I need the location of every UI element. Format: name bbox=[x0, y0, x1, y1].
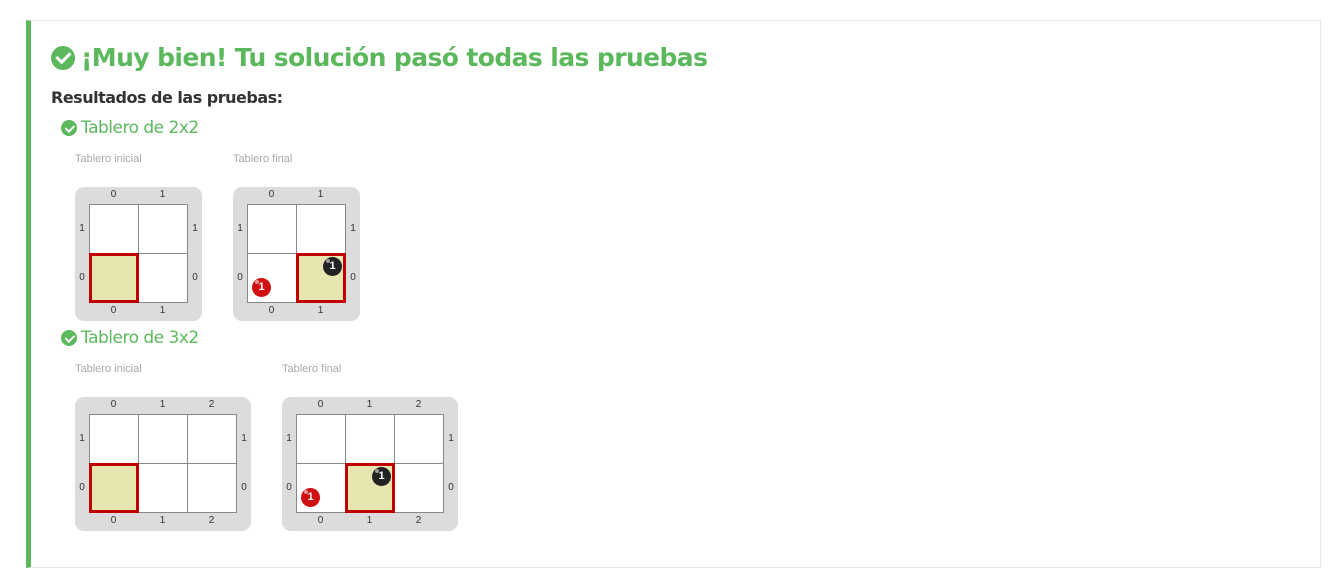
board-cell bbox=[139, 415, 188, 464]
column-label-bottom: 0 bbox=[110, 515, 117, 526]
board-cell bbox=[395, 464, 444, 513]
board-cell bbox=[188, 415, 237, 464]
test-title-text: Tablero de 2x2 bbox=[81, 118, 199, 138]
board-cell-head bbox=[89, 253, 139, 303]
column-label-bottom: 1 bbox=[159, 515, 166, 526]
column-label-bottom: 2 bbox=[208, 515, 215, 526]
row-label-right: 0 bbox=[448, 481, 454, 493]
test-title-3x2: Tablero de 3x2 bbox=[61, 328, 199, 348]
black-ball-icon: 1 bbox=[372, 467, 391, 486]
row-label-right: 0 bbox=[350, 271, 356, 283]
row-label-right: 0 bbox=[192, 271, 198, 283]
column-label-top: 0 bbox=[317, 399, 324, 410]
column-label-bottom: 1 bbox=[317, 305, 324, 316]
red-ball-icon: 1 bbox=[301, 488, 320, 507]
board-label-final: Tablero final bbox=[282, 363, 342, 375]
board-grid: 11 bbox=[296, 414, 444, 513]
board-cell: 1 bbox=[297, 464, 346, 513]
board-cell bbox=[297, 415, 346, 464]
check-circle-icon bbox=[61, 120, 77, 136]
board-cell bbox=[90, 415, 139, 464]
row-label-left: 0 bbox=[237, 271, 243, 283]
column-label-bottom: 0 bbox=[268, 305, 275, 316]
column-label-top: 1 bbox=[366, 399, 373, 410]
check-circle-icon bbox=[51, 45, 75, 70]
column-label-top: 0 bbox=[268, 189, 275, 200]
column-label-bottom: 0 bbox=[317, 515, 324, 526]
row-label-right: 1 bbox=[192, 222, 198, 234]
row-label-right: 1 bbox=[350, 222, 356, 234]
column-label-top: 0 bbox=[110, 189, 117, 200]
board-cell bbox=[395, 415, 444, 464]
board-label-initial: Tablero inicial bbox=[75, 153, 142, 165]
row-label-left: 0 bbox=[79, 481, 85, 493]
column-label-top: 1 bbox=[317, 189, 324, 200]
column-label-bottom: 1 bbox=[159, 305, 166, 316]
board-cell bbox=[139, 254, 188, 303]
row-label-right: 1 bbox=[448, 432, 454, 444]
board-final-2x2: 1100111100 bbox=[233, 187, 360, 321]
board-cell-head: 1 bbox=[345, 463, 395, 513]
board-cell bbox=[139, 205, 188, 254]
board-cell-head: 1 bbox=[296, 253, 346, 303]
row-label-left: 1 bbox=[79, 432, 85, 444]
red-ball-icon: 1 bbox=[252, 278, 271, 297]
board-cell: 1 bbox=[248, 254, 297, 303]
board-label-initial: Tablero inicial bbox=[75, 363, 142, 375]
results-title: Resultados de las pruebas: bbox=[51, 88, 283, 107]
column-label-top: 2 bbox=[208, 399, 215, 410]
board-cell bbox=[248, 205, 297, 254]
row-label-left: 1 bbox=[79, 222, 85, 234]
column-label-top: 2 bbox=[415, 399, 422, 410]
row-label-right: 0 bbox=[241, 481, 247, 493]
board-cell bbox=[90, 205, 139, 254]
board-cell bbox=[188, 464, 237, 513]
board-cell bbox=[139, 464, 188, 513]
column-label-bottom: 2 bbox=[415, 515, 422, 526]
board-grid bbox=[89, 414, 237, 513]
board-initial-2x2: 0 0 1 1 1 1 0 0 bbox=[75, 187, 202, 321]
headline-text: ¡Muy bien! Tu solución pasó todas las pr… bbox=[81, 43, 708, 72]
success-headline: ¡Muy bien! Tu solución pasó todas las pr… bbox=[51, 43, 708, 72]
column-label-top: 0 bbox=[110, 399, 117, 410]
row-label-left: 1 bbox=[286, 432, 292, 444]
board-cell bbox=[297, 205, 346, 254]
column-label-bottom: 1 bbox=[366, 515, 373, 526]
board-final-3x2: 110011221100 bbox=[282, 397, 458, 531]
test-results-panel: ¡Muy bien! Tu solución pasó todas las pr… bbox=[26, 20, 1321, 568]
row-label-left: 1 bbox=[237, 222, 243, 234]
check-circle-icon bbox=[61, 330, 77, 346]
board-grid: 11 bbox=[247, 204, 346, 303]
board-grid bbox=[89, 204, 188, 303]
row-label-left: 0 bbox=[79, 271, 85, 283]
test-title-2x2: Tablero de 2x2 bbox=[61, 118, 199, 138]
row-label-right: 1 bbox=[241, 432, 247, 444]
board-label-final: Tablero final bbox=[233, 153, 293, 165]
test-title-text: Tablero de 3x2 bbox=[81, 328, 199, 348]
column-label-top: 1 bbox=[159, 399, 166, 410]
board-initial-3x2: 0 0 1 1 2 2 1 1 0 0 bbox=[75, 397, 251, 531]
column-label-bottom: 0 bbox=[110, 305, 117, 316]
row-label-left: 0 bbox=[286, 481, 292, 493]
column-label-top: 1 bbox=[159, 189, 166, 200]
board-cell-head bbox=[89, 463, 139, 513]
board-cell bbox=[346, 415, 395, 464]
black-ball-icon: 1 bbox=[323, 257, 342, 276]
